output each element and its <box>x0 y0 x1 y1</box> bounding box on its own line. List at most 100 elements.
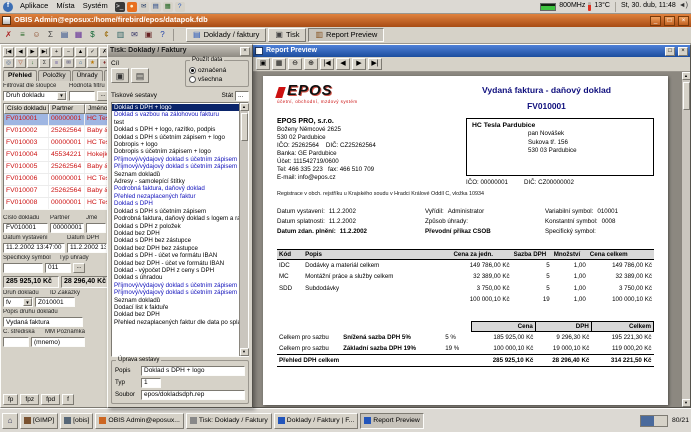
print-dialog-close-button[interactable]: × <box>240 47 250 56</box>
show-desktop-icon[interactable]: ⌂ <box>2 413 18 429</box>
workspace-2[interactable] <box>654 416 667 426</box>
specific-symbol-input[interactable] <box>3 263 43 273</box>
print-icon[interactable]: ▣ <box>256 58 270 70</box>
quick-button-f[interactable]: f <box>62 394 74 405</box>
mail-icon[interactable]: ✉ <box>63 58 74 68</box>
list-item[interactable]: Dodací list k faktuře <box>112 304 239 311</box>
doc-type-desc-input[interactable]: Vydaná faktura <box>3 317 83 327</box>
doc-id-input[interactable]: FV010001 <box>3 223 48 233</box>
mail-icon[interactable]: ✉ <box>139 2 149 12</box>
menu-místa[interactable]: Místa <box>52 2 78 11</box>
next-page-icon[interactable]: ▶ <box>352 58 366 70</box>
scroll-up-icon[interactable]: ▲ <box>682 72 691 80</box>
writer-icon[interactable]: ▤ <box>151 2 161 12</box>
list-item[interactable]: test <box>112 119 239 126</box>
bank-icon[interactable]: $ <box>86 29 99 42</box>
main-window-titlebar[interactable]: OBIS Admin@eposux:/home/firebird/epos/da… <box>0 14 691 27</box>
terminal-icon[interactable]: >_ <box>115 2 125 12</box>
taskbar-button-doklady-faktury-f[interactable]: Doklady / Faktury | F... <box>274 413 359 429</box>
apptab-report-preview[interactable]: ▥Report Preview <box>308 28 384 42</box>
list-item[interactable]: Příjmový/výdajový doklad s účetním zápis… <box>112 163 239 170</box>
list-item[interactable]: Doklad bez DPH <box>112 230 239 237</box>
scroll-up-icon[interactable]: ▲ <box>240 103 249 111</box>
mail-icon[interactable]: ✉ <box>128 29 141 42</box>
quick-button-fpz[interactable]: fpz <box>20 394 39 405</box>
reports-icon[interactable]: ▣ <box>142 29 155 42</box>
tab-úhrady[interactable]: Úhrady <box>72 70 103 81</box>
clock[interactable]: St, 30. dub, 11:48 <box>621 2 676 10</box>
quick-button-fpd[interactable]: fpd <box>41 394 60 405</box>
documents-icon[interactable]: ▤ <box>58 29 71 42</box>
scrollbar-thumb[interactable] <box>241 113 248 141</box>
help-icon[interactable]: ? <box>156 29 169 42</box>
prev-page-icon[interactable]: ◀ <box>336 58 350 70</box>
list-icon[interactable]: ≡ <box>51 58 62 68</box>
list-item[interactable]: Podrobná faktura, daňový doklad <box>112 185 239 192</box>
chevron-down-icon[interactable]: ▼ <box>23 298 32 306</box>
payment-type-input[interactable]: 011 <box>45 263 71 273</box>
list-item[interactable]: Doklad s DPH z položek <box>112 223 239 230</box>
close-button[interactable]: × <box>678 16 689 26</box>
list-item[interactable]: Doklad s úhradou <box>112 274 239 281</box>
list-item[interactable]: Dobropis + logo <box>112 141 239 148</box>
list-item[interactable]: Doklad s DPH + logo <box>112 104 239 111</box>
edit-record-icon[interactable]: ▲ <box>75 47 86 57</box>
preview-maximize-button[interactable]: □ <box>665 47 675 56</box>
radio-označená[interactable]: označená <box>189 66 245 75</box>
sort-icon[interactable]: ↓ <box>27 58 38 68</box>
list-item[interactable]: Seznam dokladů <box>112 297 239 304</box>
list-item[interactable]: Doklad s DPH - účet ve formátu IBAN <box>112 252 239 259</box>
filter-column-select[interactable]: Druh dokladu ▼ <box>3 91 67 101</box>
exit-icon[interactable]: ✗ <box>2 29 15 42</box>
list-item[interactable]: Doklad - výpočet DPH z ceny s DPH <box>112 267 239 274</box>
list-item[interactable]: Doklad s DPH s účetním zápisem <box>112 208 239 215</box>
grid-col-číslo-dokladu[interactable]: Číslo dokladu <box>4 104 49 114</box>
radio-icon[interactable] <box>189 67 196 74</box>
tab-přehled[interactable]: Přehled <box>3 70 37 81</box>
browser-icon[interactable]: ● <box>127 2 137 12</box>
taskbar-button-obis[interactable]: [obis] <box>60 413 93 429</box>
preview-scrollbar[interactable]: ▲ ▼ <box>681 72 690 407</box>
sum-icon[interactable]: Σ <box>39 58 50 68</box>
favorite-icon[interactable]: ★ <box>87 58 98 68</box>
list-item[interactable]: Přehled nezaplacených faktur dle data po… <box>112 319 239 326</box>
connect-icon[interactable]: ≡ <box>16 29 29 42</box>
list-item[interactable]: Adresy - samolepící štítky <box>112 178 239 185</box>
radio-icon[interactable] <box>189 76 196 83</box>
delete-record-icon[interactable]: − <box>63 47 74 57</box>
quick-button-fp[interactable]: fp <box>3 394 18 405</box>
help-icon[interactable]: ? <box>175 2 185 12</box>
cash-icon[interactable]: ¢ <box>100 29 113 42</box>
list-item[interactable]: Přehled nezaplacených faktur <box>112 193 239 200</box>
home-icon[interactable]: ⌂ <box>75 58 86 68</box>
report-preview-titlebar[interactable]: Report Preview □ × <box>253 45 690 57</box>
prev-record-icon[interactable]: ◀ <box>15 47 26 57</box>
taskbar-button-tisk-doklady-faktury[interactable]: Tisk: Doklady / Faktury <box>186 413 272 429</box>
cpu-monitor-icon[interactable] <box>540 3 556 11</box>
printer-icon[interactable]: ▣ <box>111 68 129 83</box>
report-list-scrollbar[interactable]: ▲ ▼ <box>239 103 248 356</box>
vat-date-input[interactable]: 11.2.2002 13 <box>67 243 107 253</box>
list-item[interactable]: Doklad s DPH s účetním zápisem + logo <box>112 134 239 141</box>
distro-menu-icon[interactable]: f <box>3 2 13 12</box>
next-record-icon[interactable]: ▶ <box>27 47 38 57</box>
menu-systém[interactable]: Systém <box>79 2 112 11</box>
list-item[interactable]: Doklad s DPH bez zástupce <box>112 237 239 244</box>
minimize-button[interactable]: _ <box>650 16 661 26</box>
report-typ-input[interactable]: 1 <box>141 378 161 388</box>
insert-record-icon[interactable]: + <box>51 47 62 57</box>
apptab-doklady-faktury[interactable]: ▤Doklady / faktury <box>186 28 266 42</box>
firm-input[interactable] <box>86 223 106 233</box>
zoom-out-icon[interactable]: ⊖ <box>288 58 302 70</box>
export-icon[interactable]: ▦ <box>272 58 286 70</box>
cost-center-input[interactable] <box>3 337 29 347</box>
search-icon[interactable]: ◎ <box>3 58 14 68</box>
menu-aplikace[interactable]: Aplikace <box>16 2 52 11</box>
preview-icon[interactable]: ▤ <box>131 68 149 83</box>
list-item[interactable]: Podrobná faktura, daňový doklad s logem … <box>112 215 239 222</box>
scroll-down-icon[interactable]: ▼ <box>682 399 691 407</box>
preview-close-button[interactable]: × <box>678 47 688 56</box>
last-page-icon[interactable]: ▶| <box>368 58 382 70</box>
post-record-icon[interactable]: ✓ <box>87 47 98 57</box>
volume-icon[interactable]: ◄) <box>679 2 688 10</box>
